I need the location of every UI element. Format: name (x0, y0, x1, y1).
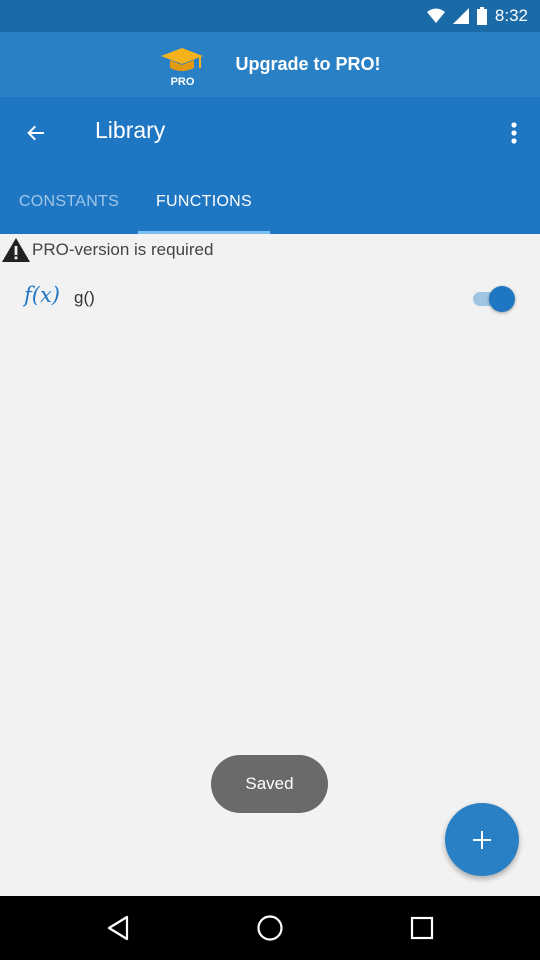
page-title: Library (95, 117, 166, 143)
more-vert-icon (511, 122, 517, 144)
signal-icon (452, 8, 469, 24)
warning-icon (2, 238, 30, 262)
battery-icon (476, 7, 487, 25)
pro-badge-text: PRO (170, 75, 195, 88)
status-bar: 8:32 (0, 0, 540, 32)
tab-bar: CONSTANTS FUNCTIONS (0, 169, 540, 234)
function-toggle[interactable] (471, 286, 517, 312)
pro-logo: PRO (159, 42, 205, 88)
add-function-button[interactable] (445, 803, 519, 876)
function-name: g() (74, 288, 95, 307)
more-options-button[interactable] (502, 113, 526, 153)
back-button[interactable] (16, 113, 56, 153)
nav-home-button[interactable] (250, 908, 290, 948)
tab-functions[interactable]: FUNCTIONS (138, 169, 270, 234)
status-time: 8:32 (494, 6, 528, 25)
tab-indicator (138, 231, 270, 234)
toggle-thumb (489, 286, 515, 312)
status-icons: 8:32 (426, 6, 528, 26)
toolbar: Library (0, 97, 540, 169)
nav-home-icon (257, 915, 283, 941)
upgrade-text: Upgrade to PRO! (235, 54, 381, 74)
nav-recents-button[interactable] (402, 908, 442, 948)
nav-recents-icon (410, 916, 434, 940)
arrow-back-icon (27, 125, 44, 141)
function-row[interactable]: f(x) g() (0, 276, 540, 322)
pro-warning: PRO-version is required (0, 236, 213, 264)
graduation-cap-icon (161, 47, 204, 71)
wifi-icon (426, 8, 445, 23)
function-icon: f(x) (24, 283, 61, 307)
upgrade-banner[interactable]: PRO Upgrade to PRO! (0, 32, 540, 97)
pro-warning-text: PRO-version is required (32, 240, 214, 259)
nav-back-button[interactable] (98, 908, 138, 948)
navigation-bar (0, 896, 540, 960)
nav-back-icon (107, 915, 129, 941)
plus-icon (473, 830, 491, 849)
tab-constants[interactable]: CONSTANTS (0, 169, 138, 234)
saved-toast: Saved (211, 755, 328, 813)
